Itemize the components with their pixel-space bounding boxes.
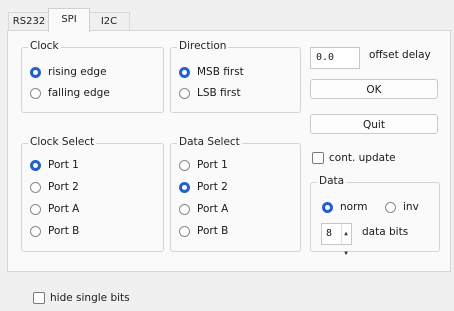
clock-select-group-title: Clock Select (28, 136, 97, 148)
radio-icon[interactable] (179, 66, 190, 78)
checkbox-icon[interactable] (312, 152, 324, 164)
data-select-port-2-option[interactable]: Port 2 (179, 179, 228, 195)
spinner-arrows[interactable]: ▲ ▼ (341, 224, 350, 257)
option-label: rising edge (48, 66, 107, 78)
radio-icon[interactable] (179, 181, 190, 193)
offset-delay-input[interactable]: 0.0 (310, 47, 360, 69)
clock-select-port-b-option[interactable]: Port B (30, 223, 79, 239)
clock-select-port-a-option[interactable]: Port A (30, 201, 79, 217)
data-select-port-b-option[interactable]: Port B (179, 223, 228, 239)
radio-icon[interactable] (30, 181, 41, 193)
radio-icon[interactable] (30, 159, 41, 171)
data-group-title: Data (317, 175, 347, 187)
ok-button[interactable]: OK (310, 79, 438, 99)
radio-icon[interactable] (30, 66, 41, 78)
clock-select-port-1-option[interactable]: Port 1 (30, 157, 79, 173)
direction-msb-first-option[interactable]: MSB first (179, 64, 244, 80)
data-norm-option[interactable]: norm (322, 199, 367, 215)
chevron-down-icon[interactable]: ▼ (344, 244, 348, 264)
clock-falling-edge-option[interactable]: falling edge (30, 85, 110, 101)
quit-button[interactable]: Quit (310, 114, 438, 134)
option-label: Port 2 (197, 181, 228, 193)
chevron-up-icon[interactable]: ▲ (344, 224, 348, 244)
radio-icon[interactable] (179, 225, 190, 237)
data-inv-option[interactable]: inv (385, 199, 419, 215)
tab-rs232[interactable]: RS232 (8, 12, 50, 31)
offset-delay-label: offset delay (369, 49, 431, 61)
data-group: Data norm inv 8 ▲ ▼ data bits (310, 175, 440, 257)
data-select-group-title: Data Select (177, 136, 242, 148)
clock-rising-edge-option[interactable]: rising edge (30, 64, 107, 80)
cont-update-checkbox[interactable]: cont. update (312, 152, 396, 164)
data-select-port-1-option[interactable]: Port 1 (179, 157, 228, 173)
cont-update-label: cont. update (329, 152, 396, 164)
data-select-group: Data Select Port 1 Port 2 Port A Port B (170, 136, 301, 252)
clock-group-title: Clock (28, 40, 61, 52)
radio-icon[interactable] (179, 203, 190, 215)
data-bits-spinbox[interactable]: 8 ▲ ▼ (321, 223, 352, 257)
option-label: Port B (48, 225, 80, 237)
checkbox-icon[interactable] (33, 292, 45, 304)
radio-icon[interactable] (30, 203, 41, 215)
tab-spi[interactable]: SPI (48, 8, 90, 32)
radio-icon[interactable] (322, 201, 333, 213)
clock-select-group: Clock Select Port 1 Port 2 Port A Port B (21, 136, 164, 252)
option-label: Port 1 (197, 159, 228, 171)
option-label: Port 2 (48, 181, 79, 193)
radio-icon[interactable] (179, 87, 190, 99)
data-bits-value: 8 (326, 228, 333, 239)
spi-panel: Clock rising edge falling edge Direction… (7, 30, 451, 272)
clock-select-port-2-option[interactable]: Port 2 (30, 179, 79, 195)
radio-icon[interactable] (385, 201, 396, 213)
option-label: LSB first (197, 87, 241, 99)
option-label: MSB first (197, 66, 244, 78)
hide-single-bits-checkbox[interactable]: hide single bits (33, 292, 130, 304)
direction-group-title: Direction (177, 40, 229, 52)
data-bits-label: data bits (362, 226, 409, 238)
option-label: Port 1 (48, 159, 79, 171)
hide-single-bits-label: hide single bits (50, 292, 130, 304)
option-label: Port B (197, 225, 229, 237)
option-label: Port A (197, 203, 229, 215)
direction-group: Direction MSB first LSB first (170, 40, 301, 113)
option-label: falling edge (48, 87, 110, 99)
option-label: norm (340, 201, 368, 213)
radio-icon[interactable] (179, 159, 190, 171)
radio-icon[interactable] (30, 225, 41, 237)
option-label: Port A (48, 203, 80, 215)
radio-icon[interactable] (30, 87, 41, 99)
clock-group: Clock rising edge falling edge (21, 40, 164, 113)
tab-i2c[interactable]: I2C (88, 12, 130, 31)
data-select-port-a-option[interactable]: Port A (179, 201, 228, 217)
direction-lsb-first-option[interactable]: LSB first (179, 85, 241, 101)
option-label: inv (403, 201, 419, 213)
